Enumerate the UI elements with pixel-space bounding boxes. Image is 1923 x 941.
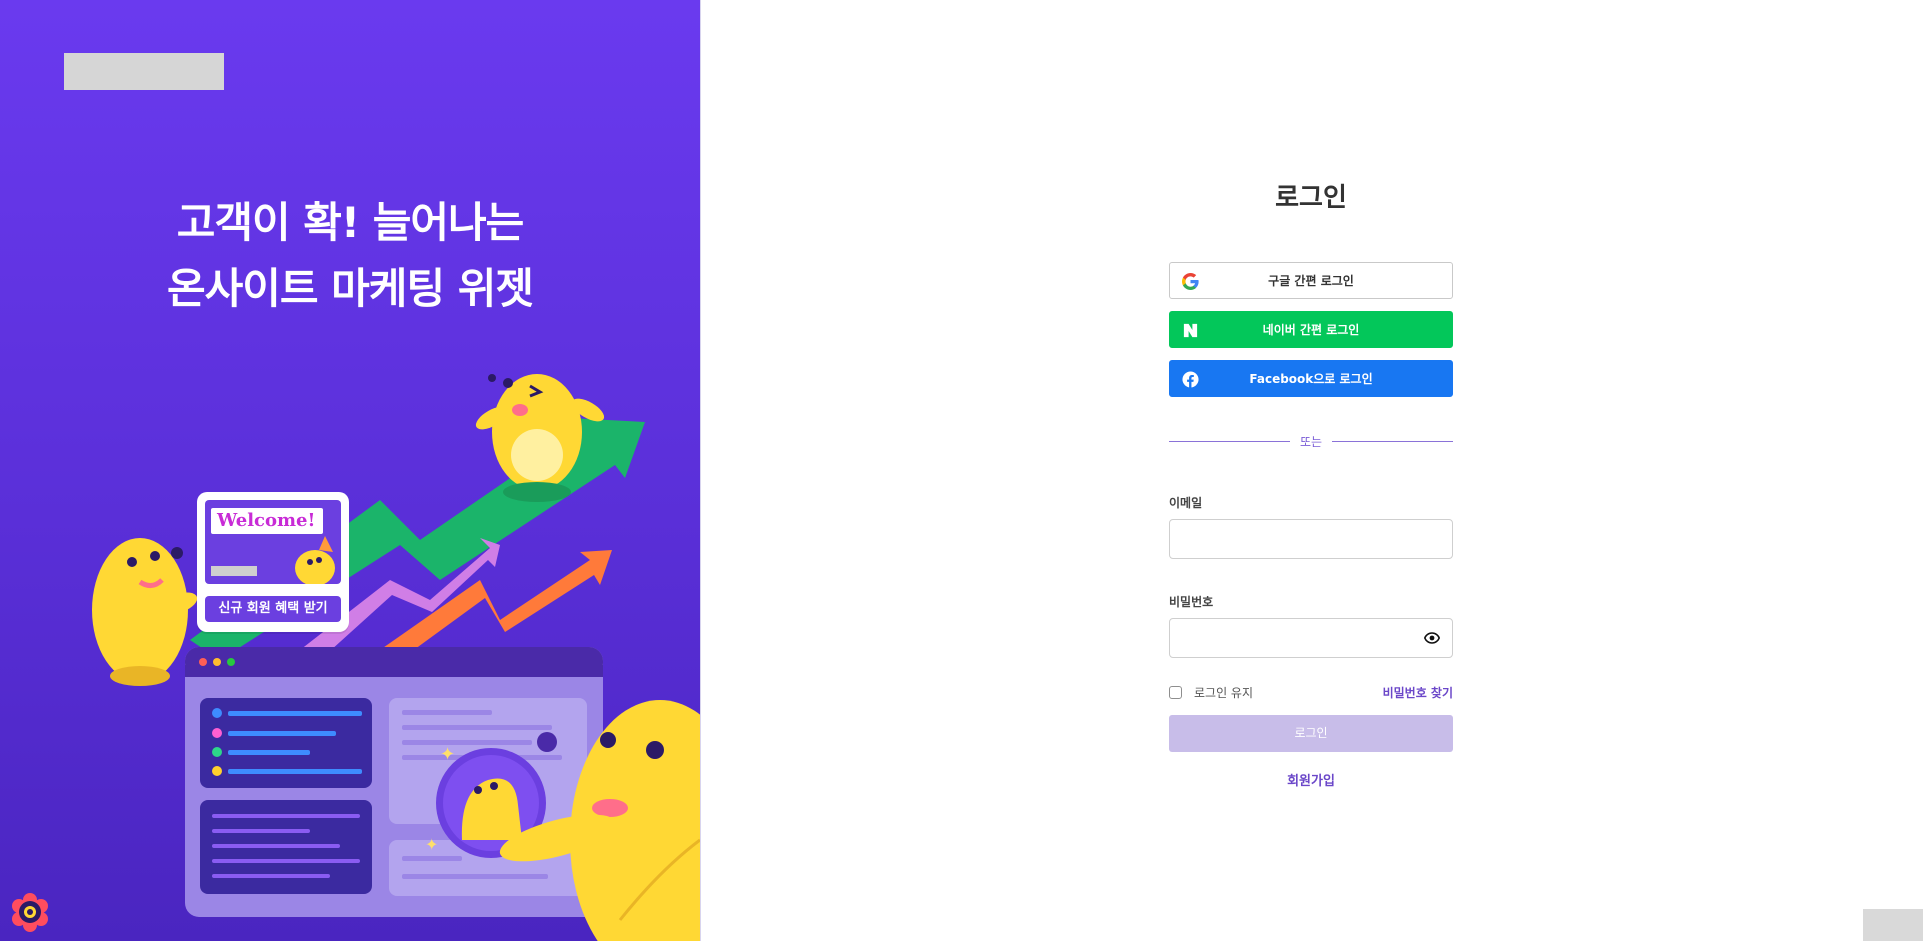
eye-icon[interactable] xyxy=(1424,631,1440,645)
password-field[interactable] xyxy=(1170,619,1430,657)
google-login-button[interactable]: 구글 간편 로그인 xyxy=(1169,262,1453,299)
divider-line-right xyxy=(1332,441,1453,442)
facebook-icon xyxy=(1182,371,1199,388)
email-field[interactable] xyxy=(1170,520,1430,558)
welcome-mascot-icon xyxy=(295,536,335,584)
login-options-row: 로그인 유지 비밀번호 찾기 xyxy=(1169,684,1453,701)
password-field-wrapper xyxy=(1169,618,1453,658)
google-icon xyxy=(1182,273,1199,290)
welcome-card-preview: Welcome! xyxy=(205,500,341,584)
naver-login-button[interactable]: 네이버 간편 로그인 xyxy=(1169,311,1453,348)
divider-text: 또는 xyxy=(1299,435,1323,449)
remember-me[interactable]: 로그인 유지 xyxy=(1169,684,1253,701)
svg-text:✦: ✦ xyxy=(425,835,438,854)
remember-me-label: 로그인 유지 xyxy=(1194,686,1254,700)
email-field-wrapper xyxy=(1169,519,1453,559)
svg-text:✦: ✦ xyxy=(440,744,455,765)
naver-icon xyxy=(1183,323,1198,338)
divider-line-left xyxy=(1169,441,1290,442)
hero-title: 고객이 확! 늘어나는 온사이트 마케팅 위젯 xyxy=(0,190,700,322)
login-submit-button[interactable]: 로그인 xyxy=(1169,715,1453,752)
or-divider: 또는 xyxy=(1169,433,1453,450)
email-label: 이메일 xyxy=(1169,496,1203,510)
login-form: 로그인 구글 간편 로그인 네이버 간편 로그인 Facebook으로 로그인 … xyxy=(1169,178,1453,789)
hero-panel: 고객이 확! 늘어나는 온사이트 마케팅 위젯 ✦ ✦ Welcome! 신규 … xyxy=(0,0,701,941)
hero-title-line-1: 고객이 확! 늘어나는 xyxy=(176,198,525,247)
hero-illustration: ✦ ✦ xyxy=(92,374,700,941)
welcome-card: Welcome! 신규 회원 혜택 받기 xyxy=(197,492,349,632)
naver-login-label: 네이버 간편 로그인 xyxy=(1262,323,1360,337)
signup-link[interactable]: 회원가입 xyxy=(1169,770,1453,789)
welcome-benefit-button: 신규 회원 혜택 받기 xyxy=(205,596,341,622)
welcome-placeholder-bar xyxy=(211,566,257,576)
welcome-banner: Welcome! xyxy=(211,508,323,534)
hero-title-line-2: 온사이트 마케팅 위젯 xyxy=(166,264,534,313)
facebook-login-label: Facebook으로 로그인 xyxy=(1249,372,1373,386)
facebook-login-button[interactable]: Facebook으로 로그인 xyxy=(1169,360,1453,397)
google-login-label: 구글 간편 로그인 xyxy=(1268,274,1354,288)
settings-icon[interactable] xyxy=(10,892,50,932)
login-pane: 로그인 구글 간편 로그인 네이버 간편 로그인 Facebook으로 로그인 … xyxy=(701,0,1923,941)
brand-logo[interactable] xyxy=(64,53,224,90)
corner-widget[interactable] xyxy=(1863,909,1923,941)
login-title: 로그인 xyxy=(1275,183,1347,213)
login-page: 고객이 확! 늘어나는 온사이트 마케팅 위젯 ✦ ✦ Welcome! 신규 … xyxy=(0,0,1923,941)
remember-me-checkbox[interactable] xyxy=(1169,686,1182,699)
password-label: 비밀번호 xyxy=(1169,595,1214,609)
find-password-link[interactable]: 비밀번호 찾기 xyxy=(1383,684,1453,701)
